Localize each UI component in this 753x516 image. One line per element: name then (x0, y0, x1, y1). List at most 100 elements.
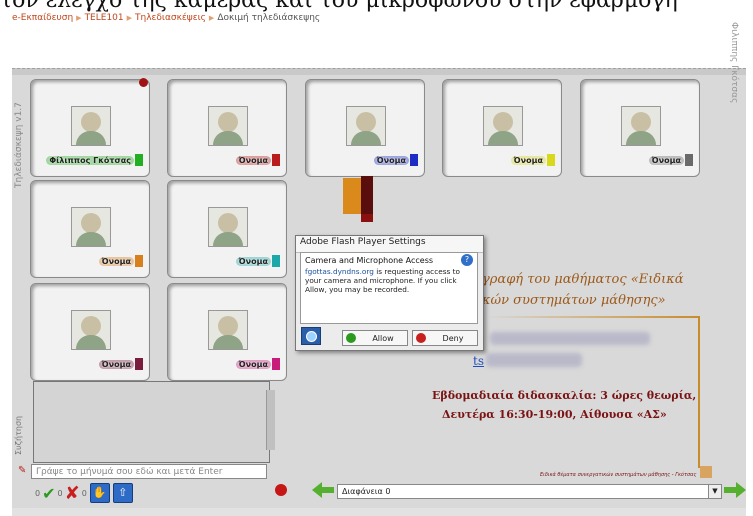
breadcrumb-separator-icon: ▶ (126, 14, 133, 22)
participant-name-tag: Φίλιππος Γκότσας (46, 154, 143, 166)
course-line-2: κών συστημάτων μάθησης» (482, 293, 666, 308)
camera-settings-icon[interactable] (301, 327, 321, 345)
participant-color-swatch (135, 358, 143, 370)
previous-slide-arrow-icon[interactable] (312, 482, 334, 498)
slide-select[interactable]: Διαφάνεια 0 ▼ (337, 484, 722, 499)
stage-top-bar (12, 68, 746, 75)
avatar (208, 106, 248, 146)
participant-color-swatch (135, 154, 143, 166)
participant-color-swatch (272, 255, 280, 267)
participant-name-tag: Όνομα (98, 358, 143, 370)
deny-button-label: Deny (442, 333, 464, 343)
dialog-title: Adobe Flash Player Settings (296, 236, 483, 253)
dialog-heading: Camera and Microphone Access (305, 256, 434, 265)
schedule-line-2: Δευτέρα 16:30-19:00, Αίθουσα «ΑΣ» (442, 408, 667, 421)
breadcrumb-item[interactable]: e-Εκπαίδευση (12, 13, 73, 23)
upload-button[interactable]: ⇧ (112, 483, 133, 503)
video-tile[interactable]: Όνομα (580, 79, 700, 177)
bottom-strip (12, 508, 746, 516)
deny-button[interactable]: Deny (412, 330, 478, 346)
video-tile[interactable]: Όνομα (167, 283, 287, 381)
video-tile[interactable]: Όνομα (30, 180, 150, 278)
chat-scrollbar[interactable] (266, 390, 275, 450)
breadcrumb: e-Εκπαίδευση ▶ TELE101 ▶ Τηλεδιασκέψεις ▶ Δοκι… (12, 13, 320, 23)
video-tile[interactable]: Όνομα (167, 79, 287, 177)
next-slide-arrow-icon[interactable] (724, 482, 746, 498)
help-icon[interactable]: ? (461, 254, 473, 266)
blurred-name (490, 332, 650, 345)
participant-name-tag: Όνομα (235, 154, 280, 166)
participant-name-tag: Όνομα (510, 154, 555, 166)
flash-permission-dialog: Adobe Flash Player Settings Camera and M… (295, 235, 484, 351)
breadcrumb-current: Δοκιμή τηλεδιάσκεψης (217, 13, 321, 23)
participant-name: Όνομα (235, 359, 271, 369)
course-line-1: γραφή του μαθήματος «Ειδικά (482, 272, 684, 287)
participant-color-swatch (135, 255, 143, 267)
slide-select-value: Διαφάνεια 0 (342, 487, 391, 496)
avatar (346, 106, 386, 146)
participant-color-swatch (547, 154, 555, 166)
participant-color-swatch (685, 154, 693, 166)
page-caption: τον έλεγχο της κάμερας και του μικροφώνο… (0, 0, 678, 13)
video-tile[interactable]: Όνομα (442, 79, 562, 177)
no-x-icon[interactable]: ✘ (65, 483, 80, 504)
breadcrumb-separator-icon: ▶ (208, 14, 215, 22)
allow-check-icon (346, 333, 356, 343)
chat-history[interactable] (33, 381, 270, 463)
participant-name-tag: Όνομα (648, 154, 693, 166)
avatar (71, 207, 111, 247)
participant-name: Όνομα (235, 256, 271, 266)
pencil-icon: ✎ (18, 465, 27, 476)
dialog-body: Camera and Microphone Access ? fgottas.d… (300, 252, 478, 324)
author-vertical-label: Φιλιππης Γκότσας (729, 22, 739, 104)
slide-corner-marker (700, 466, 712, 478)
audio-level-meter-base (361, 214, 373, 222)
breadcrumb-separator-icon: ▶ (76, 14, 82, 22)
avatar (208, 207, 248, 247)
video-tile[interactable]: Όνομα (167, 180, 287, 278)
no-count: 0 (57, 488, 63, 498)
avatar (71, 106, 111, 146)
participant-name: Όνομα (373, 155, 409, 165)
raise-hand-button[interactable]: ✋ (89, 483, 110, 503)
hand-count: 0 (81, 488, 87, 498)
allow-button[interactable]: Allow (342, 330, 408, 346)
feedback-toolbar: 0 ✔ 0 ✘ 0 ✋ ⇧ (35, 483, 133, 504)
participant-name: Όνομα (510, 155, 546, 165)
video-tile[interactable]: Όνομα (30, 283, 150, 381)
participant-name: Όνομα (648, 155, 684, 165)
participant-name: Όνομα (235, 155, 271, 165)
slide-vertical-divider (698, 318, 700, 468)
participant-name-tag: Όνομα (98, 255, 143, 267)
recording-indicator-icon (139, 78, 148, 87)
video-tile[interactable]: Όνομα (305, 79, 425, 177)
audio-level-meter (343, 178, 361, 214)
schedule-line-1: Εβδομαδιαία διδασκαλία: 3 ώρες θεωρία, (432, 389, 697, 402)
blurred-email (486, 353, 582, 367)
deny-icon (416, 333, 426, 343)
audio-level-meter-peak (361, 176, 373, 214)
avatar (483, 106, 523, 146)
email-link[interactable]: ts (473, 354, 484, 368)
slide-divider (484, 316, 700, 318)
yes-check-icon[interactable]: ✔ (42, 484, 55, 503)
chevron-down-icon[interactable]: ▼ (708, 485, 721, 498)
slide-footer-note: Ειδικά θέματα συνεργατικών συστημάτων μά… (540, 472, 697, 478)
record-button[interactable] (275, 484, 287, 496)
dialog-message: fgottas.dyndns.org is requesting access … (301, 267, 477, 294)
avatar (621, 106, 661, 146)
chat-message-input[interactable] (31, 464, 267, 479)
video-tile[interactable]: Φίλιππος Γκότσας (30, 79, 150, 177)
participant-name-tag: Όνομα (235, 358, 280, 370)
breadcrumb-item[interactable]: Τηλεδιασκέψεις (135, 13, 206, 23)
dialog-site: fgottas.dyndns.org (305, 267, 374, 276)
participant-name: Όνομα (98, 359, 134, 369)
breadcrumb-item[interactable]: TELE101 (85, 13, 124, 23)
participant-color-swatch (272, 154, 280, 166)
participant-name: Φίλιππος Γκότσας (46, 155, 134, 165)
participant-name: Όνομα (98, 256, 134, 266)
chat-label: Συζήτηση (14, 415, 23, 455)
avatar (208, 310, 248, 350)
participant-color-swatch (272, 358, 280, 370)
participant-color-swatch (410, 154, 418, 166)
